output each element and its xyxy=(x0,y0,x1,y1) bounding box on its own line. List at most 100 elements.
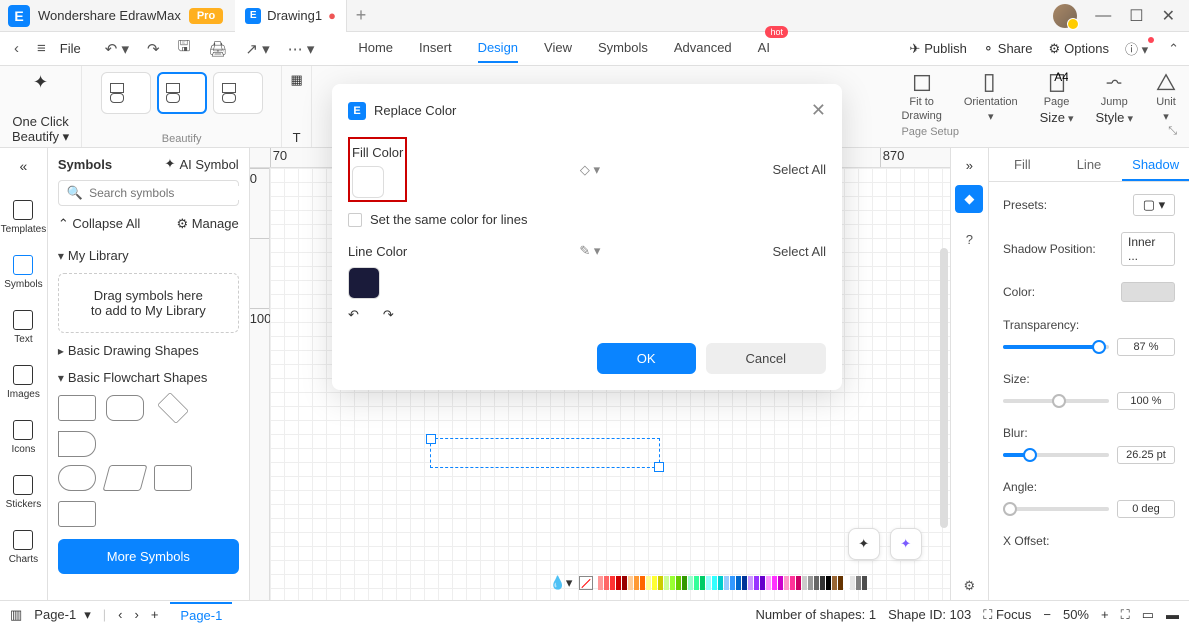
focus-mode[interactable]: ⛶ Focus xyxy=(983,607,1031,623)
shape-subprocess[interactable] xyxy=(154,465,192,491)
file-menu[interactable]: File xyxy=(60,41,81,56)
more-icon[interactable]: ⋯ ▾ xyxy=(284,38,319,60)
rail-stickers[interactable]: Stickers xyxy=(6,475,42,510)
tab-design[interactable]: Design xyxy=(478,34,518,63)
dialog-undo[interactable]: ↶ xyxy=(348,307,359,323)
shape-rect[interactable] xyxy=(58,395,96,421)
dialog-redo[interactable]: ↷ xyxy=(383,307,394,323)
color-swatch[interactable] xyxy=(628,576,633,590)
color-swatch[interactable] xyxy=(646,576,651,590)
tab-symbols[interactable]: Symbols xyxy=(598,34,648,63)
size-slider[interactable] xyxy=(1003,399,1109,403)
line-swatch[interactable] xyxy=(348,267,380,299)
manage-link[interactable]: ⚙ Manage xyxy=(176,216,238,232)
no-color[interactable] xyxy=(579,576,593,590)
expand-icon[interactable]: ⤡ xyxy=(1168,125,1177,138)
dialog-close[interactable]: ✕ xyxy=(811,100,826,121)
close-button[interactable]: ✕ xyxy=(1162,6,1175,26)
preset-select[interactable]: ▢ ▾ xyxy=(1133,194,1175,216)
rail-templates[interactable]: Templates xyxy=(1,200,47,235)
color-swatch[interactable] xyxy=(658,576,663,590)
color-swatch[interactable] xyxy=(610,576,615,590)
tab-ai[interactable]: AI xyxy=(758,34,770,63)
beautify-style-2[interactable] xyxy=(157,72,207,114)
fill-swatch[interactable] xyxy=(352,166,384,198)
color-swatch[interactable] xyxy=(604,576,609,590)
jump-style[interactable]: JumpStyle ▾ xyxy=(1096,72,1133,125)
color-swatch[interactable] xyxy=(730,576,735,590)
transparency-value[interactable]: 87 % xyxy=(1117,338,1175,356)
color-swatch[interactable] xyxy=(670,576,675,590)
cancel-button[interactable]: Cancel xyxy=(706,343,826,374)
color-swatch[interactable] xyxy=(844,576,849,590)
rail-charts[interactable]: Charts xyxy=(9,530,38,565)
fit-to-drawing[interactable]: Fit toDrawing xyxy=(901,72,941,125)
expand-panel[interactable]: » xyxy=(966,158,973,173)
color-swatch[interactable] xyxy=(862,576,867,590)
color-swatch[interactable] xyxy=(676,576,681,590)
collapse-all[interactable]: ⌃ Collapse All xyxy=(58,216,140,232)
color-swatch[interactable] xyxy=(772,576,777,590)
color-swatch[interactable] xyxy=(850,576,855,590)
color-swatch[interactable] xyxy=(688,576,693,590)
more-symbols-button[interactable]: More Symbols xyxy=(58,539,239,574)
color-swatch[interactable] xyxy=(796,576,801,590)
zoom-out[interactable]: − xyxy=(1043,607,1051,623)
color-swatch[interactable] xyxy=(748,576,753,590)
color-swatch[interactable] xyxy=(724,576,729,590)
chevron-up-icon[interactable]: ⌃ xyxy=(1168,39,1179,58)
color-swatch[interactable] xyxy=(664,576,669,590)
scrollbar-vertical[interactable] xyxy=(940,248,948,528)
save-icon[interactable]: 🖫 xyxy=(174,34,195,63)
color-swatch[interactable] xyxy=(766,576,771,590)
publish-button[interactable]: ✈Publish xyxy=(909,39,967,58)
share-button[interactable]: ⚬Share xyxy=(983,39,1033,58)
page-icon[interactable]: ▥ xyxy=(10,607,22,623)
color-swatch[interactable] xyxy=(802,576,807,590)
tab-view[interactable]: View xyxy=(544,34,572,63)
search-input[interactable] xyxy=(89,186,244,200)
drop-zone[interactable]: Drag symbols hereto add to My Library xyxy=(58,273,239,333)
color-swatch[interactable] xyxy=(778,576,783,590)
options-button[interactable]: ⚙Options xyxy=(1048,39,1108,58)
angle-value[interactable]: 0 deg xyxy=(1117,500,1175,518)
rp-tab-shadow[interactable]: Shadow xyxy=(1122,148,1189,181)
next-page[interactable]: › xyxy=(134,607,138,622)
fit-page-icon[interactable]: ⛶ xyxy=(1121,607,1130,623)
color-swatch[interactable] xyxy=(640,576,645,590)
color-swatch[interactable] xyxy=(784,576,789,590)
shape-terminator[interactable] xyxy=(58,431,96,457)
transparency-slider[interactable] xyxy=(1003,345,1109,349)
color-swatch[interactable] xyxy=(634,576,639,590)
color-swatch[interactable] xyxy=(814,576,819,590)
rp-tab-line[interactable]: Line xyxy=(1056,148,1123,181)
export-icon[interactable]: ↗ ▾ xyxy=(241,38,273,60)
color-swatch[interactable] xyxy=(790,576,795,590)
add-page[interactable]: + xyxy=(151,607,159,622)
color-swatch[interactable] xyxy=(652,576,657,590)
angle-slider[interactable] xyxy=(1003,507,1109,511)
color-swatch[interactable] xyxy=(712,576,717,590)
shape-diamond[interactable] xyxy=(157,392,189,424)
ai-symbol-link[interactable]: ✦AI Symbol xyxy=(165,156,239,172)
color-swatch[interactable] xyxy=(808,576,813,590)
page-selector[interactable]: Page-1 ▾ xyxy=(34,607,90,623)
size-value[interactable]: 100 % xyxy=(1117,392,1175,410)
rail-images[interactable]: Images xyxy=(7,365,40,400)
beautify-style-3[interactable] xyxy=(213,72,263,114)
document-tab[interactable]: E Drawing1 ● xyxy=(235,0,347,32)
dropper-icon[interactable]: 💧▾ xyxy=(550,575,573,591)
rail-text[interactable]: Text xyxy=(13,310,33,345)
help-button[interactable]: ⓘ ▾ xyxy=(1125,39,1152,58)
blur-slider[interactable] xyxy=(1003,453,1109,457)
position-select[interactable]: Inner ... xyxy=(1121,232,1175,266)
color-swatch[interactable] xyxy=(820,576,825,590)
shape-rounded[interactable] xyxy=(106,395,144,421)
color-swatch[interactable] xyxy=(682,576,687,590)
minimize-button[interactable]: — xyxy=(1095,7,1111,25)
shape-data[interactable] xyxy=(58,501,96,527)
user-avatar[interactable] xyxy=(1053,4,1077,28)
undo-button[interactable]: ↶ ▾ xyxy=(101,38,133,60)
color-swatch[interactable] xyxy=(598,576,603,590)
rail-help[interactable]: ? xyxy=(955,225,983,253)
